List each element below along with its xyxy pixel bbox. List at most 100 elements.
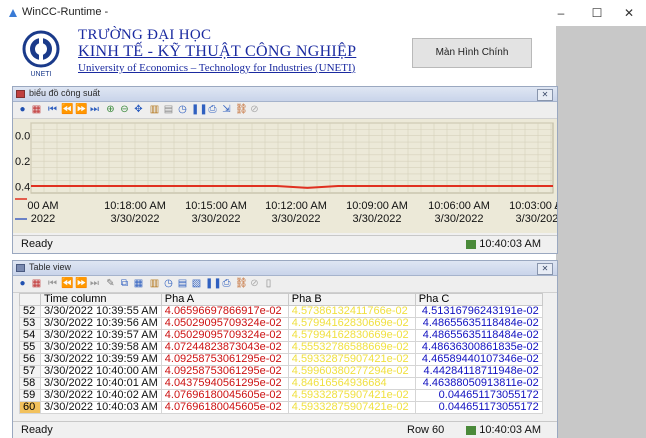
table-first-icon[interactable]: ⏮ xyxy=(47,278,58,289)
pha-a-cell: 4.04375940561295e-02 xyxy=(160,377,289,390)
row-number: 58 xyxy=(19,377,41,390)
table-link-icon[interactable]: ⛓ xyxy=(235,278,248,289)
table-timer-icon[interactable]: ◷ xyxy=(163,278,174,289)
table-config-icon[interactable]: ▦ xyxy=(31,278,42,289)
pha-a-cell: 4.05029095709324e-02 xyxy=(160,329,289,342)
select-icon[interactable]: ▥ xyxy=(149,278,160,289)
table-row[interactable]: 52 3/30/2022 10:39:55 AM 4.06596697866917e… xyxy=(19,305,543,318)
x-tick-time: 1 xyxy=(555,200,557,212)
stop-icon[interactable]: ❚❚ xyxy=(191,104,208,115)
help-icon[interactable]: ● xyxy=(17,104,28,115)
trend-chart[interactable]: 0.4 0.2 0.0 00 AM 2022 10:18:00 AM 3/30/2022 10… xyxy=(13,119,571,233)
table-panel: Table view ✕ ● ▦ ⏮ ⏪ ⏩ ⏭ ✎ ⧉ ▦ ▥ ◷ ▤ ▧ ❚… xyxy=(12,260,558,438)
timer-icon[interactable]: ◷ xyxy=(177,104,188,115)
table-row[interactable]: 60 3/30/2022 10:40:03 AM 4.07696180045605e… xyxy=(19,401,543,414)
table-icon xyxy=(16,264,25,272)
trend-status-time-text: 10:40:03 AM xyxy=(479,238,541,250)
time-cell: 3/30/2022 10:40:01 AM xyxy=(40,377,162,390)
time-cell: 3/30/2022 10:39:55 AM xyxy=(40,305,162,318)
table-previous-icon[interactable]: ⏪ xyxy=(61,278,73,289)
pha-b-cell: 4.59332875907421e-02 xyxy=(287,389,416,402)
table-row[interactable]: 56 3/30/2022 10:39:59 AM 4.09258753061295e… xyxy=(19,353,543,366)
time-cell: 3/30/2022 10:39:56 AM xyxy=(40,317,162,330)
table-row[interactable]: 57 3/30/2022 10:40:00 AM 4.09258753061295e… xyxy=(19,365,543,378)
pha-c-cell: 4.44284118711948e-02 xyxy=(414,365,543,378)
table-stats-icon[interactable]: ▧ xyxy=(191,278,202,289)
table-row[interactable]: 54 3/30/2022 10:39:57 AM 4.05029095709324e… xyxy=(19,329,543,342)
export-icon[interactable]: ⇲ xyxy=(221,104,232,115)
pha-b-cell: 4.57994162830669e-02 xyxy=(287,317,416,330)
close-button[interactable]: ✕ xyxy=(616,4,642,22)
table-row[interactable]: 55 3/30/2022 10:39:58 AM 4.07244823873043e… xyxy=(19,341,543,354)
table-row[interactable]: 53 3/30/2022 10:39:56 AM 4.05029095709324e… xyxy=(19,317,543,330)
columns-icon[interactable]: ▦ xyxy=(133,278,144,289)
pha-b-cell: 4.84616564936684 xyxy=(287,377,416,390)
trend-close-button[interactable]: ✕ xyxy=(537,89,553,101)
row-number: 55 xyxy=(19,341,41,354)
trend-status-time: 10:40:03 AM xyxy=(466,238,541,250)
x-tick-time: 10:09:00 AM xyxy=(346,200,408,212)
table-last-icon[interactable]: ⏭ xyxy=(89,278,100,289)
pha-a-header[interactable]: Pha A xyxy=(160,293,289,306)
table-row[interactable]: 58 3/30/2022 10:40:01 AM 4.04375940561295e… xyxy=(19,377,543,390)
x-tick-date: 3/30/2022 xyxy=(111,213,160,225)
trend-plot: 0.40.20.000 AM202210:18:00 AM3/30/202210… xyxy=(15,122,571,225)
pha-a-cell: 4.09258753061295e-02 xyxy=(160,365,289,378)
last-icon[interactable]: ⏭ xyxy=(89,104,100,115)
pha-b-cell: 4.59960380277294e-02 xyxy=(287,365,416,378)
x-tick-time: 10:15:00 AM xyxy=(185,200,247,212)
app-icon xyxy=(9,9,17,17)
table-status-time-text: 10:40:03 AM xyxy=(479,424,541,436)
table-stop-icon[interactable]: ❚❚ xyxy=(205,278,222,289)
previous-icon[interactable]: ⏪ xyxy=(61,104,73,115)
x-tick-date: 3/30/2022 xyxy=(192,213,241,225)
time-column-header[interactable]: Time column xyxy=(40,293,162,306)
edit-icon[interactable]: ✎ xyxy=(105,278,116,289)
y-tick-label: 0.2 xyxy=(15,156,30,168)
pha-b-header[interactable]: Pha B xyxy=(287,293,416,306)
university-name-english: University of Economics – Technology for… xyxy=(78,62,356,74)
table-next-icon[interactable]: ⏩ xyxy=(75,278,87,289)
data-table[interactable]: Time column Pha A Pha B Pha C 52 3/30/202… xyxy=(19,293,543,414)
x-tick-time: 00 AM xyxy=(27,200,58,212)
table-disabled-icon: ⊘ xyxy=(250,278,259,289)
move-icon[interactable]: ✥ xyxy=(133,104,144,115)
uneti-logo: UNETI xyxy=(22,30,60,78)
table-close-button[interactable]: ✕ xyxy=(537,263,553,275)
table-export-icon[interactable]: ▯ xyxy=(263,278,274,289)
table-toolbar: ● ▦ ⏮ ⏪ ⏩ ⏭ ✎ ⧉ ▦ ▥ ◷ ▤ ▧ ❚❚ ⎙ ⛓ ⊘ ▯ xyxy=(13,276,557,293)
main-screen-button[interactable]: Màn Hình Chính xyxy=(412,38,532,68)
plot-background xyxy=(30,122,554,194)
maximize-button[interactable]: ☐ xyxy=(584,4,610,22)
zoom-out-icon[interactable]: ⊖ xyxy=(119,104,130,115)
table-status-ready: Ready xyxy=(21,424,53,436)
y-tick-label: 0.0 xyxy=(15,131,30,143)
pha-c-header[interactable]: Pha C xyxy=(414,293,543,306)
zoom-in-icon[interactable]: ⊕ xyxy=(105,104,116,115)
next-icon[interactable]: ⏩ xyxy=(75,104,87,115)
table-print-icon[interactable]: ⎙ xyxy=(221,278,232,289)
row-number: 53 xyxy=(19,317,41,330)
row-number: 54 xyxy=(19,329,41,342)
time-cell: 3/30/2022 10:40:02 AM xyxy=(40,389,162,402)
ruler-icon[interactable]: ▥ xyxy=(149,104,160,115)
config-icon[interactable]: ▦ xyxy=(31,104,42,115)
row-number: 56 xyxy=(19,353,41,366)
table-help-icon[interactable]: ● xyxy=(17,278,28,289)
copy-icon[interactable]: ⧉ xyxy=(119,278,130,289)
window-titlebar: WinCC-Runtime - – ☐ ✕ xyxy=(0,0,646,26)
table-grid-icon[interactable]: ▤ xyxy=(177,278,188,289)
stats-icon[interactable]: ▤ xyxy=(163,104,174,115)
trend-status-ready: Ready xyxy=(21,238,53,250)
table-row[interactable]: 59 3/30/2022 10:40:02 AM 4.07696180045605e… xyxy=(19,389,543,402)
x-tick-time: 10:06:00 AM xyxy=(428,200,490,212)
minimize-button[interactable]: – xyxy=(548,4,574,22)
pha-c-cell: 4.48636300861835e-02 xyxy=(414,341,543,354)
x-tick-date: 3/30/2022 xyxy=(353,213,402,225)
pha-b-cell: 4.57386132411766e-02 xyxy=(287,305,416,318)
link-icon[interactable]: ⛓ xyxy=(235,104,248,115)
first-icon[interactable]: ⏮ xyxy=(47,104,58,115)
print-icon[interactable]: ⎙ xyxy=(207,104,218,115)
trend-panel-header: biểu đồ công suất ✕ xyxy=(13,87,557,102)
x-tick-date: 2022 xyxy=(31,213,55,225)
